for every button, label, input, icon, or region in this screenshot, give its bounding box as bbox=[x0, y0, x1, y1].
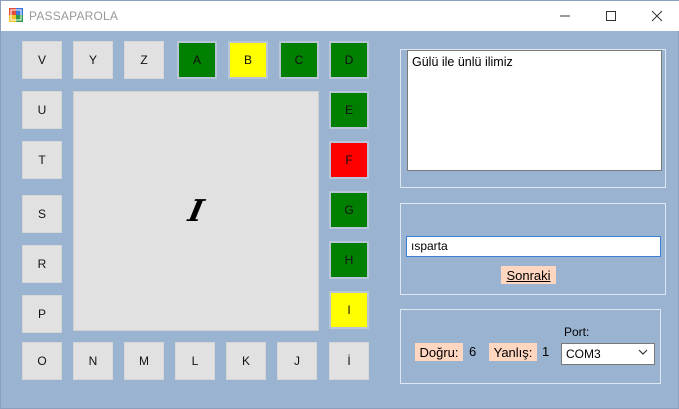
letter-button-u[interactable]: U bbox=[22, 91, 62, 129]
letter-button-s[interactable]: S bbox=[22, 195, 62, 233]
letter-button-t[interactable]: T bbox=[22, 141, 62, 179]
window-title: PASSAPAROLA bbox=[29, 9, 119, 23]
chevron-down-icon bbox=[638, 347, 648, 360]
maximize-icon bbox=[606, 11, 616, 21]
letter-button-v[interactable]: V bbox=[22, 41, 62, 79]
letter-button-j[interactable]: J bbox=[277, 342, 317, 380]
port-select[interactable]: COM3 bbox=[561, 343, 655, 365]
next-button[interactable]: Sonraki bbox=[501, 266, 556, 284]
letter-button-m[interactable]: M bbox=[124, 342, 164, 380]
letter-button-c[interactable]: C bbox=[279, 41, 319, 79]
title-bar: PASSAPAROLA bbox=[1, 1, 679, 31]
letter-button-l[interactable]: L bbox=[175, 342, 215, 380]
letter-button-o[interactable]: O bbox=[22, 342, 62, 380]
correct-label: Doğru: bbox=[415, 343, 463, 361]
current-letter: I bbox=[185, 193, 207, 229]
answer-input[interactable]: ısparta bbox=[406, 236, 661, 257]
letter-button-f[interactable]: F bbox=[329, 141, 369, 179]
correct-count: 6 bbox=[469, 344, 477, 359]
minimize-button[interactable] bbox=[542, 1, 588, 31]
letter-button-z[interactable]: Z bbox=[124, 41, 164, 79]
letter-button-b[interactable]: B bbox=[228, 41, 268, 79]
letter-button-i-dotted[interactable]: İ bbox=[329, 342, 369, 380]
minimize-icon bbox=[560, 15, 570, 17]
main-window: PASSAPAROLA V Y Z A B C D E F G H I U T … bbox=[0, 0, 679, 409]
letter-button-i[interactable]: I bbox=[329, 291, 369, 329]
letter-button-n[interactable]: N bbox=[73, 342, 113, 380]
question-textbox[interactable]: Gülü ile ünlü ilimiz bbox=[407, 50, 662, 171]
app-icon bbox=[9, 8, 23, 22]
port-selected-value: COM3 bbox=[566, 347, 601, 361]
letter-button-k[interactable]: K bbox=[226, 342, 266, 380]
letter-button-d[interactable]: D bbox=[329, 41, 369, 79]
close-button[interactable] bbox=[634, 1, 679, 31]
wrong-count: 1 bbox=[542, 344, 550, 359]
wrong-label: Yanlış: bbox=[489, 343, 537, 361]
letter-button-g[interactable]: G bbox=[329, 191, 369, 229]
letter-button-h[interactable]: H bbox=[329, 241, 369, 279]
port-label: Port: bbox=[564, 325, 590, 339]
maximize-button[interactable] bbox=[588, 1, 634, 31]
letter-button-a[interactable]: A bbox=[177, 41, 217, 79]
letter-button-r[interactable]: R bbox=[22, 245, 62, 283]
letter-button-y[interactable]: Y bbox=[73, 41, 113, 79]
current-letter-panel: I bbox=[73, 91, 319, 331]
close-icon bbox=[651, 10, 663, 22]
